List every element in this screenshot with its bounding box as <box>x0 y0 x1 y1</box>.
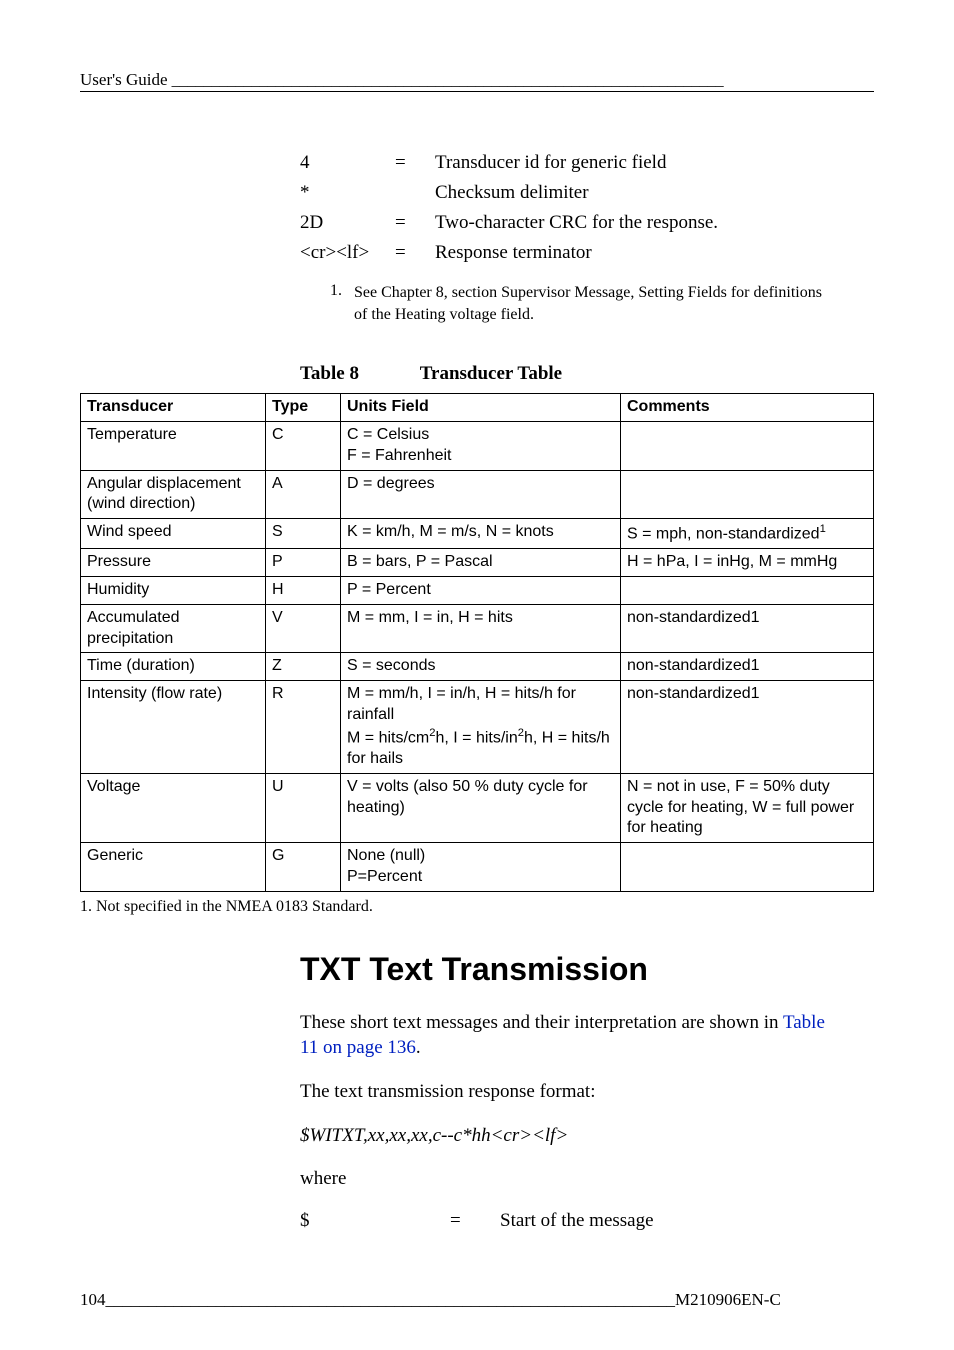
def-term: <cr><lf> <box>300 242 395 264</box>
def-eq <box>395 182 435 204</box>
table-row: Humidity H P = Percent <box>81 577 874 605</box>
def-row: 2D = Two-character CRC for the response. <box>300 212 844 234</box>
def-row: $ = Start of the message <box>300 1210 844 1232</box>
cell: non-standardized1 <box>621 653 874 681</box>
def-desc: Response terminator <box>435 242 844 264</box>
def-eq: = <box>395 152 435 174</box>
th-comments: Comments <box>621 394 874 422</box>
cell: R <box>266 681 341 774</box>
def-desc: Start of the message <box>500 1210 844 1232</box>
def-term: 2D <box>300 212 395 234</box>
cell: U <box>266 773 341 842</box>
cell: N = not in use, F = 50% duty cycle for h… <box>621 773 874 842</box>
th-type: Type <box>266 394 341 422</box>
cell: V = volts (also 50 % duty cycle for heat… <box>341 773 621 842</box>
cell: S = seconds <box>341 653 621 681</box>
footnote-text: See Chapter 8, section Supervisor Messag… <box>354 282 824 325</box>
cell: Humidity <box>81 577 266 605</box>
footnote: 1. See Chapter 8, section Supervisor Mes… <box>330 282 824 325</box>
table-row: Voltage U V = volts (also 50 % duty cycl… <box>81 773 874 842</box>
cell <box>621 470 874 519</box>
format-string: $WITXT,xx,xx,xx,c--c*hh<cr><lf> <box>300 1123 844 1149</box>
table-header-row: Transducer Type Units Field Comments <box>81 394 874 422</box>
cell: C = Celsius F = Fahrenheit <box>341 421 621 470</box>
table-row: Temperature C C = Celsius F = Fahrenheit <box>81 421 874 470</box>
def-desc: Checksum delimiter <box>435 182 844 204</box>
def-term: $ <box>300 1210 450 1232</box>
def-term: 4 <box>300 152 395 174</box>
cell <box>621 577 874 605</box>
cell: P <box>266 549 341 577</box>
cell <box>621 421 874 470</box>
cell: non-standardized1 <box>621 681 874 774</box>
table-title: Transducer Table <box>420 363 562 384</box>
cell: non-standardized1 <box>621 604 874 653</box>
cell: S = mph, non-standardized1 <box>621 519 874 549</box>
cell: G <box>266 843 341 892</box>
section-heading: TXT Text Transmission <box>300 951 874 988</box>
cell: V <box>266 604 341 653</box>
cell: M = mm/h, I = in/h, H = hits/h for rainf… <box>341 681 621 774</box>
definition-list: $ = Start of the message <box>300 1210 844 1232</box>
cell: D = degrees <box>341 470 621 519</box>
footer-rule: ________________________________________… <box>106 1290 676 1310</box>
cell: Intensity (flow rate) <box>81 681 266 774</box>
def-eq: = <box>450 1210 500 1232</box>
table-row: Generic G None (null) P=Percent <box>81 843 874 892</box>
cell: Z <box>266 653 341 681</box>
doc-id: M210906EN-C <box>675 1290 781 1310</box>
cell: S <box>266 519 341 549</box>
cell: None (null) P=Percent <box>341 843 621 892</box>
cell: M = mm, I = in, H = hits <box>341 604 621 653</box>
th-transducer: Transducer <box>81 394 266 422</box>
cell: Wind speed <box>81 519 266 549</box>
definition-list: 4 = Transducer id for generic field * Ch… <box>300 152 844 264</box>
header-rule-extension: ________________________________________… <box>172 72 724 89</box>
cell: Pressure <box>81 549 266 577</box>
cell <box>621 843 874 892</box>
cell: Time (duration) <box>81 653 266 681</box>
def-row: 4 = Transducer id for generic field <box>300 152 844 174</box>
cell: Generic <box>81 843 266 892</box>
def-row: * Checksum delimiter <box>300 182 844 204</box>
cell: H <box>266 577 341 605</box>
th-units: Units Field <box>341 394 621 422</box>
table-footnote: 1. Not specified in the NMEA 0183 Standa… <box>102 898 874 916</box>
page-number: 104 <box>80 1290 106 1310</box>
table-caption: Table 8 Transducer Table <box>300 363 874 385</box>
table-row: Angular displacement (wind direction) A … <box>81 470 874 519</box>
cell: Temperature <box>81 421 266 470</box>
cell: H = hPa, I = inHg, M = mmHg <box>621 549 874 577</box>
cell: Voltage <box>81 773 266 842</box>
footnote-number: 1. <box>330 282 354 325</box>
def-eq: = <box>395 242 435 264</box>
table-row: Intensity (flow rate) R M = mm/h, I = in… <box>81 681 874 774</box>
def-term: * <box>300 182 395 204</box>
def-desc: Transducer id for generic field <box>435 152 844 174</box>
def-row: <cr><lf> = Response terminator <box>300 242 844 264</box>
page-footer: 104 ____________________________________… <box>80 1290 874 1310</box>
body-paragraph: These short text messages and their inte… <box>300 1010 844 1061</box>
table-row: Time (duration) Z S = seconds non-standa… <box>81 653 874 681</box>
table-row: Pressure P B = bars, P = Pascal H = hPa,… <box>81 549 874 577</box>
def-desc: Two-character CRC for the response. <box>435 212 844 234</box>
cell: C <box>266 421 341 470</box>
cell: Angular displacement (wind direction) <box>81 470 266 519</box>
def-eq: = <box>395 212 435 234</box>
table-number: Table 8 <box>300 363 415 385</box>
cell: B = bars, P = Pascal <box>341 549 621 577</box>
page-header: User's Guide <box>80 70 168 89</box>
table-row: Wind speed S K = km/h, M = m/s, N = knot… <box>81 519 874 549</box>
transducer-table: Transducer Type Units Field Comments Tem… <box>80 393 874 892</box>
table-row: Accumulated precipitation V M = mm, I = … <box>81 604 874 653</box>
body-paragraph: The text transmission response format: <box>300 1079 844 1105</box>
cell: Accumulated precipitation <box>81 604 266 653</box>
cell: A <box>266 470 341 519</box>
cell: K = km/h, M = m/s, N = knots <box>341 519 621 549</box>
cell: P = Percent <box>341 577 621 605</box>
body-paragraph: where <box>300 1166 844 1192</box>
